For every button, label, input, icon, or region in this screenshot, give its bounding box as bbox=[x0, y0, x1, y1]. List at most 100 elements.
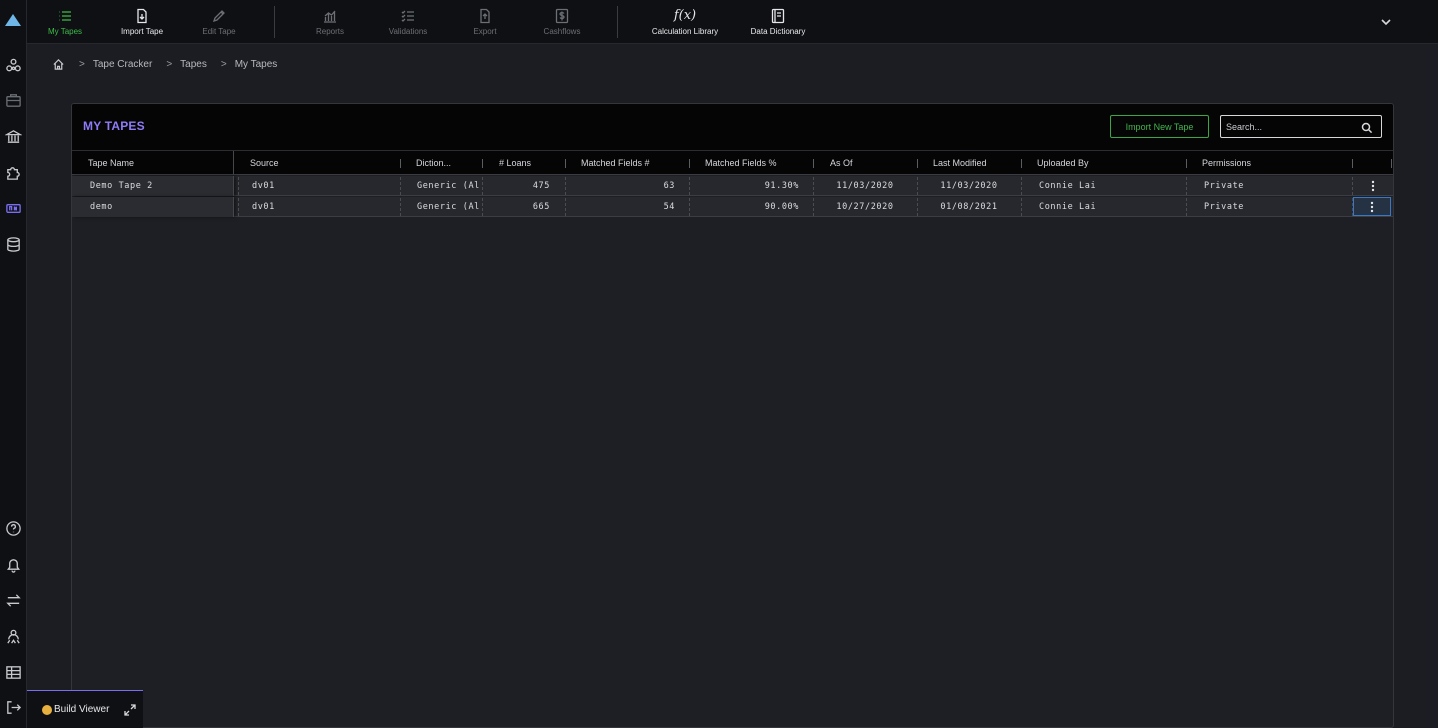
dollar-icon bbox=[555, 8, 569, 24]
pencil-icon bbox=[212, 10, 225, 23]
import-file-icon bbox=[137, 8, 147, 24]
network-icon[interactable] bbox=[4, 56, 23, 75]
column-header-dictionary[interactable]: Diction... bbox=[416, 151, 451, 175]
column-resize-handle[interactable] bbox=[1186, 159, 1187, 168]
cell-dictionary[interactable]: Generic (Al bbox=[417, 197, 481, 216]
panel-title: MY TAPES bbox=[83, 119, 145, 133]
top-toolbar: My Tapes Import Tape Edit Tape Reports V… bbox=[27, 0, 1438, 44]
cell-uploaded-by[interactable]: Connie Lai bbox=[1039, 176, 1179, 195]
column-header-matched-fields-pct[interactable]: Matched Fields % bbox=[705, 151, 777, 175]
column-resize-handle[interactable] bbox=[1021, 159, 1022, 168]
column-header-matched-fields-count[interactable]: Matched Fields # bbox=[581, 151, 650, 175]
cell-tape-name[interactable]: Demo Tape 2 bbox=[90, 176, 230, 195]
tab-edit-tape[interactable]: Edit Tape bbox=[195, 0, 243, 44]
cell-uploaded-by[interactable]: Connie Lai bbox=[1039, 197, 1179, 216]
tab-label: Data Dictionary bbox=[750, 27, 806, 36]
cell-as-of[interactable]: 10/27/2020 bbox=[815, 197, 915, 216]
puzzle-icon[interactable] bbox=[4, 163, 23, 182]
tab-validations[interactable]: Validations bbox=[381, 0, 435, 44]
build-viewer[interactable]: Build Viewer bbox=[27, 690, 143, 728]
column-header-permissions[interactable]: Permissions bbox=[1202, 151, 1251, 175]
column-header-source[interactable]: Source bbox=[250, 151, 279, 175]
cell-source[interactable]: dv01 bbox=[252, 176, 392, 195]
row-actions-menu[interactable] bbox=[1353, 197, 1391, 216]
cell-divider bbox=[238, 198, 239, 216]
cell-tape-name[interactable]: demo bbox=[90, 197, 230, 216]
cell-divider bbox=[689, 198, 690, 216]
bank-icon[interactable] bbox=[4, 127, 23, 146]
column-resize-handle[interactable] bbox=[689, 159, 690, 168]
column-resize-handle[interactable] bbox=[917, 159, 918, 168]
cell-divider bbox=[482, 198, 483, 216]
app-logo[interactable] bbox=[5, 14, 21, 26]
cell-loans[interactable]: 475 bbox=[484, 176, 550, 195]
database-icon[interactable] bbox=[4, 235, 23, 254]
transfer-icon[interactable] bbox=[4, 591, 23, 610]
breadcrumb-separator: > bbox=[166, 58, 173, 70]
toolbar-divider bbox=[274, 6, 275, 38]
search-input[interactable] bbox=[1226, 119, 1356, 134]
column-header-uploaded-by[interactable]: Uploaded By bbox=[1037, 151, 1089, 175]
logout-icon[interactable] bbox=[4, 698, 23, 717]
table-row[interactable]: demo dv01 Generic (Al 665 54 90.00% 10/2… bbox=[72, 197, 1393, 217]
column-resize-handle[interactable] bbox=[813, 159, 814, 168]
briefcase-icon[interactable] bbox=[4, 91, 23, 110]
cell-loans[interactable]: 665 bbox=[484, 197, 550, 216]
cell-last-modified[interactable]: 01/08/2021 bbox=[919, 197, 1019, 216]
breadcrumb-item-tapes[interactable]: Tapes bbox=[180, 59, 207, 70]
column-header-tape-name[interactable]: Tape Name bbox=[88, 151, 134, 175]
breadcrumb: > Tape Cracker > Tapes > My Tapes bbox=[52, 56, 277, 72]
row-actions-menu[interactable] bbox=[1354, 176, 1392, 195]
cell-matched-fields[interactable]: 63 bbox=[567, 176, 675, 195]
column-resize-handle[interactable] bbox=[482, 159, 483, 168]
breadcrumb-item-tape-cracker[interactable]: Tape Cracker bbox=[93, 59, 152, 70]
tab-cashflows[interactable]: Cashflows bbox=[535, 0, 589, 44]
cell-divider bbox=[565, 177, 566, 195]
chevron-down-icon[interactable] bbox=[1380, 15, 1392, 27]
help-icon[interactable] bbox=[4, 519, 23, 538]
tab-my-tapes[interactable]: My Tapes bbox=[41, 0, 89, 44]
build-viewer-label: Build Viewer bbox=[54, 704, 110, 715]
panel-header: MY TAPES Import New Tape bbox=[72, 104, 1393, 150]
breadcrumb-separator: > bbox=[79, 58, 85, 70]
column-resize-handle[interactable] bbox=[1352, 159, 1353, 168]
tab-calculation-library[interactable]: f(x) Calculation Library bbox=[645, 0, 725, 44]
table-row[interactable]: Demo Tape 2 dv01 Generic (Al 475 63 91.3… bbox=[72, 176, 1393, 196]
column-resize-handle[interactable] bbox=[565, 159, 566, 168]
search-icon[interactable] bbox=[1361, 121, 1373, 134]
import-new-tape-button[interactable]: Import New Tape bbox=[1110, 115, 1209, 138]
cell-divider bbox=[482, 177, 483, 195]
tab-import-tape[interactable]: Import Tape bbox=[115, 0, 169, 44]
users-icon[interactable] bbox=[4, 627, 23, 646]
table-icon[interactable] bbox=[4, 663, 23, 682]
cell-divider bbox=[813, 198, 814, 216]
bell-icon[interactable] bbox=[4, 555, 23, 574]
home-icon[interactable] bbox=[52, 58, 65, 71]
tab-label: Edit Tape bbox=[202, 27, 236, 36]
expand-icon[interactable] bbox=[123, 703, 137, 717]
cell-permissions[interactable]: Private bbox=[1204, 197, 1344, 216]
cell-matched-pct[interactable]: 90.00% bbox=[691, 197, 799, 216]
tab-export[interactable]: Export bbox=[463, 0, 507, 44]
breadcrumb-item-my-tapes: My Tapes bbox=[234, 58, 278, 70]
tab-data-dictionary[interactable]: Data Dictionary bbox=[745, 0, 811, 44]
cell-source[interactable]: dv01 bbox=[252, 197, 392, 216]
cell-matched-pct[interactable]: 91.30% bbox=[691, 176, 799, 195]
cell-divider bbox=[689, 177, 690, 195]
breadcrumb-separator: > bbox=[220, 58, 227, 70]
bar-chart-icon bbox=[324, 10, 336, 23]
column-header-as-of[interactable]: As Of bbox=[830, 151, 853, 175]
cell-matched-fields[interactable]: 54 bbox=[567, 197, 675, 216]
cell-permissions[interactable]: Private bbox=[1204, 176, 1344, 195]
grid-header: Tape Name Source Diction... # Loans Matc… bbox=[72, 150, 1393, 175]
build-status-icon bbox=[42, 704, 52, 715]
column-resize-handle[interactable] bbox=[1391, 159, 1392, 168]
tab-reports[interactable]: Reports bbox=[307, 0, 353, 44]
cell-last-modified[interactable]: 11/03/2020 bbox=[919, 176, 1019, 195]
cell-as-of[interactable]: 11/03/2020 bbox=[815, 176, 915, 195]
column-header-last-modified[interactable]: Last Modified bbox=[933, 151, 987, 175]
cell-dictionary[interactable]: Generic (Al bbox=[417, 176, 481, 195]
tape-cracker-icon[interactable] bbox=[4, 199, 23, 218]
column-resize-handle[interactable] bbox=[400, 159, 401, 168]
column-header-loans[interactable]: # Loans bbox=[499, 151, 531, 175]
